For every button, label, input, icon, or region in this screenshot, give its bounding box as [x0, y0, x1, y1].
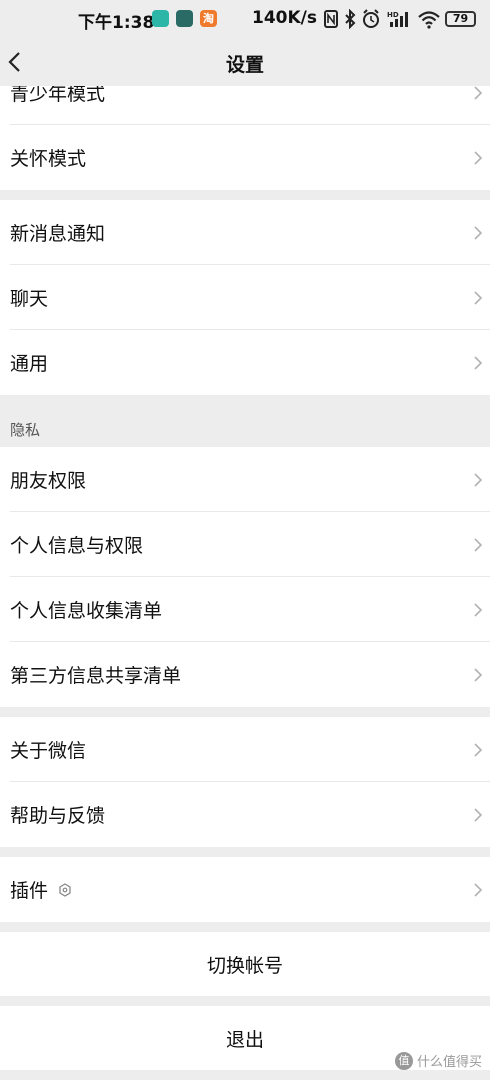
plugin-icon [59, 882, 71, 897]
watermark: 值 什么值得买 [394, 1051, 482, 1070]
signal-icon: HD [387, 11, 408, 27]
group-gap [0, 922, 490, 932]
watermark-logo-icon: 值 [394, 1051, 413, 1070]
net-speed: 140K/s [252, 8, 317, 28]
nfc-icon [324, 10, 338, 28]
book-app-icon [176, 10, 193, 27]
group-gap [0, 707, 490, 717]
settings-item-label: 通用 [10, 353, 49, 375]
chevron-right-icon [474, 537, 483, 552]
settings-item-label: 个人信息收集清单 [10, 600, 163, 622]
chevron-right-icon [474, 882, 483, 897]
settings-item-third-party-sharing-list[interactable]: 第三方信息共享清单 [0, 642, 490, 707]
bluetooth-icon [345, 9, 356, 29]
settings-item-label: 帮助与反馈 [10, 805, 106, 827]
status-time: 下午1:38 [78, 13, 155, 33]
battery-indicator: 79 [445, 11, 476, 27]
chevron-right-icon [474, 225, 483, 240]
svg-text:HD: HD [387, 11, 399, 19]
settings-item-personal-info-permissions[interactable]: 个人信息与权限 [0, 512, 490, 577]
shield-app-icon [152, 10, 169, 27]
switch-account-button[interactable]: 切换帐号 [0, 932, 490, 996]
chevron-right-icon [474, 807, 483, 822]
settings-item-label: 新消息通知 [10, 223, 106, 245]
settings-item-label: 聊天 [10, 288, 49, 310]
group-gap [0, 996, 490, 1006]
settings-item-label: 个人信息与权限 [10, 535, 144, 557]
chevron-right-icon [474, 602, 483, 617]
status-bar: 下午1:38 淘 140K/s HD 79 [0, 0, 490, 38]
nav-bar: 设置 [0, 38, 490, 86]
settings-item-general[interactable]: 通用 [0, 330, 490, 395]
settings-item-info-collection-list[interactable]: 个人信息收集清单 [0, 577, 490, 642]
chevron-right-icon [474, 667, 483, 682]
settings-item-label: 关于微信 [10, 740, 87, 762]
settings-item-about-wechat[interactable]: 关于微信 [0, 717, 490, 782]
alarm-icon [363, 9, 379, 28]
watermark-text: 什么值得买 [416, 1055, 482, 1070]
settings-item-friend-permissions[interactable]: 朋友权限 [0, 447, 490, 512]
chevron-right-icon [474, 472, 483, 487]
settings-item-chat[interactable]: 聊天 [0, 265, 490, 330]
settings-item-label: 朋友权限 [10, 470, 87, 492]
settings-item-label: 插件 [10, 880, 49, 902]
taobao-app-icon: 淘 [200, 10, 217, 27]
chevron-right-icon [474, 290, 483, 305]
chevron-right-icon [474, 150, 483, 165]
settings-item-notifications[interactable]: 新消息通知 [0, 200, 490, 265]
settings-item-care-mode[interactable]: 关怀模式 [0, 125, 490, 190]
logout-label: 退出 [225, 1028, 264, 1051]
chevron-right-icon [474, 85, 483, 100]
group-gap [0, 190, 490, 200]
wifi-icon [418, 11, 440, 29]
settings-item-label: 关怀模式 [10, 148, 87, 170]
chevron-right-icon [474, 355, 483, 370]
switch-account-label: 切换帐号 [206, 954, 283, 977]
settings-item-help-feedback[interactable]: 帮助与反馈 [0, 782, 490, 847]
settings-item-label: 第三方信息共享清单 [10, 665, 182, 687]
settings-list: 青少年模式 关怀模式 新消息通知 聊天 通用 隐私 朋友权限 个人信息与权限 个… [0, 60, 490, 1070]
settings-item-plugins[interactable]: 插件 [0, 857, 490, 922]
group-gap [0, 847, 490, 857]
page-title: 设置 [225, 54, 264, 76]
chevron-right-icon [474, 742, 483, 757]
section-header-privacy: 隐私 [0, 395, 490, 447]
